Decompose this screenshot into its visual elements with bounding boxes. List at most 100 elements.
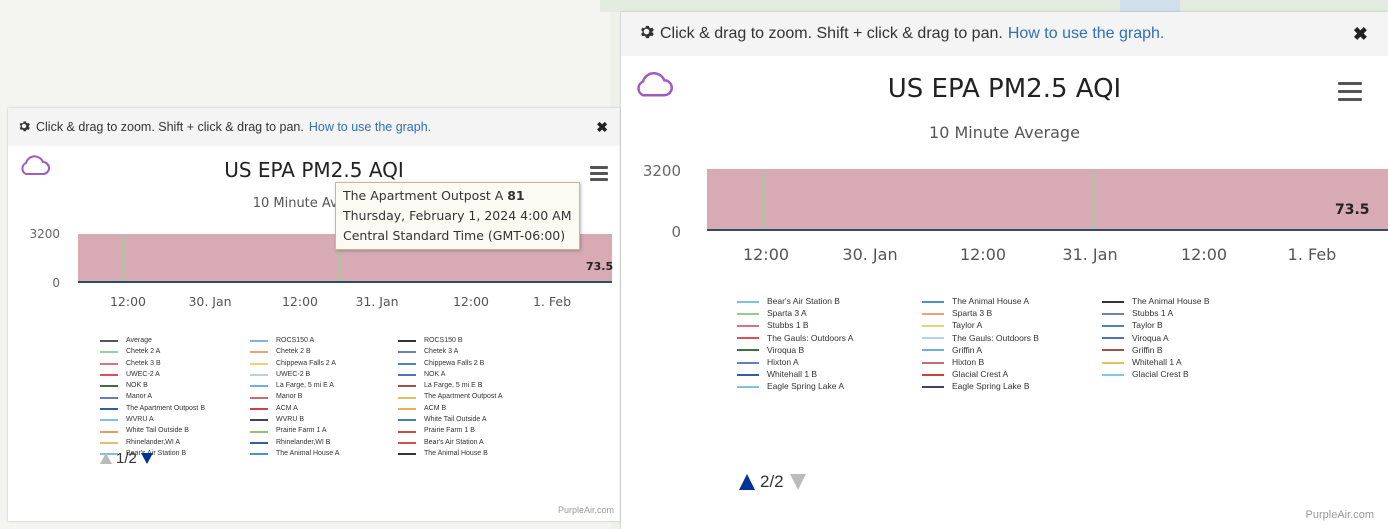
legend-label: WVRU B — [276, 416, 304, 424]
series-line — [762, 169, 765, 231]
legend-item[interactable]: Eagle Spring Lake B — [922, 381, 1102, 392]
legend-swatch — [922, 312, 944, 315]
legend-label: Prairie Farm 1 B — [424, 427, 475, 435]
legend-item[interactable]: ACM B — [398, 404, 540, 414]
close-hint-button[interactable]: ✖ — [1353, 24, 1368, 45]
legend-swatch — [250, 430, 268, 433]
legend-item[interactable]: Chetek 2 A — [100, 347, 250, 357]
legend-item[interactable]: Glacial Crest A — [922, 369, 1102, 380]
legend-item[interactable]: Stubbs 1 A — [1102, 308, 1237, 319]
legend-label: The Animal House B — [1132, 296, 1210, 306]
legend-item[interactable]: The Animal House B — [1102, 296, 1237, 307]
legend-swatch — [100, 374, 118, 377]
x-tick: 31. Jan — [1062, 245, 1118, 264]
purpleair-credit[interactable]: PurpleAir.com — [1306, 509, 1374, 521]
legend-item[interactable]: WVRU B — [250, 415, 398, 425]
legend-item[interactable]: Sparta 3 A — [737, 308, 922, 319]
legend-swatch — [398, 385, 416, 388]
legend-item[interactable]: Bear's Air Station A — [398, 438, 540, 448]
legend-item[interactable]: Rhinelander,WI B — [250, 438, 398, 448]
legend-swatch — [737, 337, 759, 340]
x-tick: 12:00 — [959, 245, 1007, 264]
legend-item[interactable]: The Animal House A — [922, 296, 1102, 307]
legend-label: Average — [126, 337, 152, 344]
legend-item[interactable]: Whitehall 1 B — [737, 369, 922, 380]
legend-item[interactable]: Taylor B — [1102, 320, 1237, 331]
legend-item[interactable]: ROCS150 A — [250, 336, 398, 346]
legend-item[interactable]: Hixton B — [922, 357, 1102, 368]
legend-item[interactable]: The Gauls: Outdoors B — [922, 333, 1102, 344]
legend-swatch — [398, 362, 416, 365]
gear-icon[interactable] — [18, 120, 30, 135]
purpleair-credit[interactable]: PurpleAir.com — [558, 505, 614, 515]
how-to-use-link[interactable]: How to use the graph. — [309, 120, 431, 134]
legend-item[interactable]: Hixton A — [737, 357, 922, 368]
pager-down-arrow[interactable] — [140, 453, 153, 464]
legend-item[interactable]: Sparta 3 B — [922, 308, 1102, 319]
legend-swatch — [100, 385, 118, 388]
chart-menu-button[interactable] — [590, 166, 608, 181]
legend-label: Rhinelander,WI B — [276, 438, 331, 446]
legend-item[interactable]: White Tail Outside A — [398, 415, 540, 425]
legend-item[interactable]: La Farge, 5 mi E B — [398, 381, 540, 391]
legend-swatch — [398, 396, 416, 399]
legend-item[interactable]: Chippewa Falls 2 B — [398, 359, 540, 369]
x-axis-labels: 12:00 30. Jan 12:00 31. Jan 12:00 1. Feb — [707, 245, 1388, 265]
legend-item[interactable]: Chetek 2 B — [250, 347, 398, 357]
legend-label: UWEC-2 A — [126, 370, 160, 378]
legend-swatch — [737, 361, 759, 364]
gear-icon[interactable] — [639, 24, 654, 44]
x-tick: 12:00 — [452, 294, 490, 309]
legend-item[interactable]: Prairie Farm 1 B — [398, 426, 540, 436]
legend-item[interactable]: Eagle Spring Lake A — [737, 381, 922, 392]
legend-swatch — [1102, 349, 1124, 352]
legend-label: Bear's Air Station B — [767, 296, 840, 306]
legend-item[interactable]: Prairie Farm 1 A — [250, 426, 398, 436]
legend-item[interactable]: Griffin A — [922, 345, 1102, 356]
plot-area[interactable] — [707, 169, 1388, 231]
legend-item[interactable]: Whitehall 1 A — [1102, 357, 1237, 368]
legend-item[interactable]: The Apartment Outpost A — [398, 392, 540, 402]
legend-item[interactable]: NOK B — [100, 381, 250, 391]
legend-item[interactable]: WVRU A — [100, 415, 250, 425]
legend-label: Whitehall 1 B — [767, 369, 818, 380]
legend-item[interactable]: The Gauls: Outdoors A — [737, 333, 922, 344]
legend-swatch — [398, 407, 416, 410]
legend-item[interactable]: Manor B — [250, 392, 398, 402]
legend-item[interactable]: Viroqua B — [737, 345, 922, 356]
legend-item[interactable]: Manor A — [100, 392, 250, 402]
legend-item[interactable]: Chetek 3 A — [398, 347, 540, 357]
data-tooltip: The Apartment Outpost A 81 Thursday, Feb… — [335, 182, 580, 250]
pager-up-arrow[interactable] — [739, 474, 755, 490]
legend-item[interactable]: Chippewa Falls 2 A — [250, 359, 398, 369]
x-tick: 12:00 — [742, 245, 790, 264]
legend-item[interactable]: Griffin B — [1102, 345, 1237, 356]
legend-item[interactable]: The Animal House A — [250, 449, 398, 459]
legend-item[interactable]: Bear's Air Station B — [737, 296, 922, 307]
legend-item[interactable]: ACM A — [250, 404, 398, 414]
legend-item[interactable]: Chetek 3 B — [100, 359, 250, 369]
legend-item[interactable]: UWEC-2 B — [250, 370, 398, 380]
legend-item[interactable]: Stubbs 1 B — [737, 320, 922, 331]
legend-item[interactable]: ROCS150 B — [398, 336, 540, 346]
legend-swatch — [922, 361, 944, 364]
legend-item[interactable]: Viroqua A — [1102, 333, 1237, 344]
legend-item[interactable]: Rhinelander,WI A — [100, 438, 250, 448]
legend-label: Manor A — [126, 393, 153, 401]
legend-item[interactable]: UWEC-2 A — [100, 370, 250, 380]
legend-item[interactable]: White Tail Outside B — [100, 426, 250, 436]
close-hint-button[interactable]: ✖ — [596, 119, 608, 136]
legend-item[interactable]: The Apartment Outpost B — [100, 404, 250, 414]
chart-subtitle: 10 Minute Average — [929, 123, 1080, 142]
legend-swatch — [398, 351, 416, 354]
chart-menu-button[interactable] — [1338, 82, 1362, 101]
legend-item[interactable]: The Animal House B — [398, 449, 540, 459]
how-to-use-link[interactable]: How to use the graph. — [1008, 25, 1165, 43]
legend-item[interactable]: Taylor A — [922, 320, 1102, 331]
legend-item[interactable]: Average — [100, 336, 250, 346]
x-tick: 12:00 — [109, 294, 147, 309]
legend-label: The Apartment Outpost B — [126, 404, 205, 412]
legend-item[interactable]: NOK A — [398, 370, 540, 380]
legend-item[interactable]: La Farge, 5 mi E A — [250, 381, 398, 391]
legend-item[interactable]: Glacial Crest B — [1102, 369, 1237, 380]
